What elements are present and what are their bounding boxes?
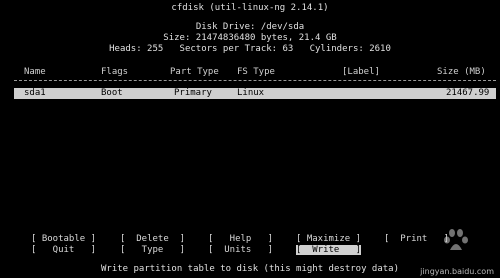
partition-flags: Boot bbox=[101, 88, 123, 98]
disk-geometry-label: Heads: 255 Sectors per Track: 63 Cylinde… bbox=[109, 44, 391, 54]
partition-part-type: Primary bbox=[174, 88, 212, 98]
units-button[interactable]: [ Units ] bbox=[208, 245, 273, 255]
column-header-size: Size (MB) bbox=[437, 67, 486, 77]
partition-size: 21467.99 bbox=[446, 88, 490, 98]
column-header-name: Name bbox=[24, 67, 46, 77]
delete-button[interactable]: [ Delete ] bbox=[120, 234, 185, 244]
column-header-part-type: Part Type bbox=[170, 67, 219, 77]
baidu-paw-logo-icon bbox=[444, 229, 468, 250]
quit-button[interactable]: [ Quit ] bbox=[31, 245, 96, 255]
watermark-site: jingyan.baidu.com bbox=[420, 267, 494, 276]
header-divider bbox=[14, 80, 496, 81]
column-header-fs-type: FS Type bbox=[237, 67, 275, 77]
disk-drive-label: Disk Drive: /dev/sda bbox=[195, 22, 305, 32]
partition-fs-type: Linux bbox=[237, 88, 265, 98]
partition-name: sda1 bbox=[24, 88, 46, 98]
help-button[interactable]: [ Help ] bbox=[208, 234, 273, 244]
column-header-flags: Flags bbox=[101, 67, 129, 77]
write-button[interactable]: [ Write ] bbox=[296, 245, 362, 255]
disk-size-label: Size: 21474836480 bytes, 21.4 GB bbox=[163, 33, 337, 43]
column-header-label: [Label] bbox=[342, 67, 380, 77]
partition-row[interactable]: sda1 Boot Primary Linux 21467.99 bbox=[14, 88, 496, 99]
maximize-button[interactable]: [ Maximize ] bbox=[296, 234, 361, 244]
type-button[interactable]: [ Type ] bbox=[120, 245, 185, 255]
bootable-button[interactable]: [ Bootable ] bbox=[31, 234, 96, 244]
app-title: cfdisk (util-linux-ng 2.14.1) bbox=[171, 3, 329, 13]
